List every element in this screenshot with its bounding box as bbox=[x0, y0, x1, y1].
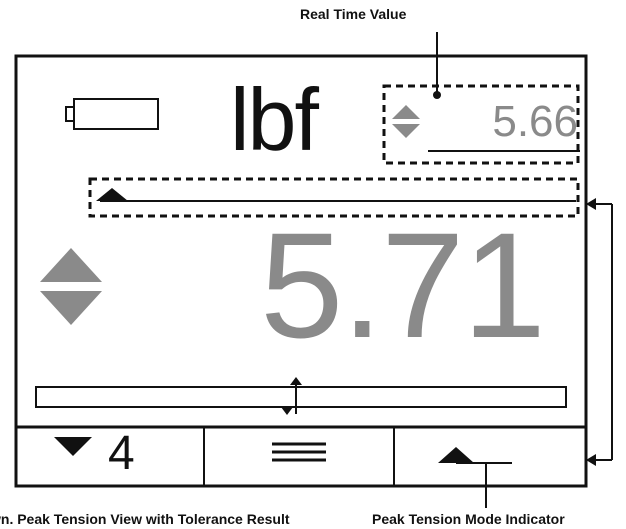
down-triangle-icon bbox=[54, 437, 92, 456]
battery-icon bbox=[65, 98, 159, 130]
up-down-marker-icon bbox=[281, 377, 302, 415]
real-time-value: 5.66 bbox=[492, 97, 578, 146]
tolerance-marker-icon bbox=[96, 188, 128, 201]
unit-label: lbf bbox=[230, 70, 319, 169]
menu-icon bbox=[272, 442, 326, 462]
up-triangle-icon bbox=[438, 447, 512, 464]
peak-tension-value: 5.71 bbox=[260, 201, 546, 369]
up-down-arrows-icon bbox=[40, 248, 102, 325]
up-down-arrows-icon bbox=[392, 105, 420, 138]
peak-bar bbox=[35, 386, 567, 408]
footer-count: 4 bbox=[108, 427, 135, 480]
